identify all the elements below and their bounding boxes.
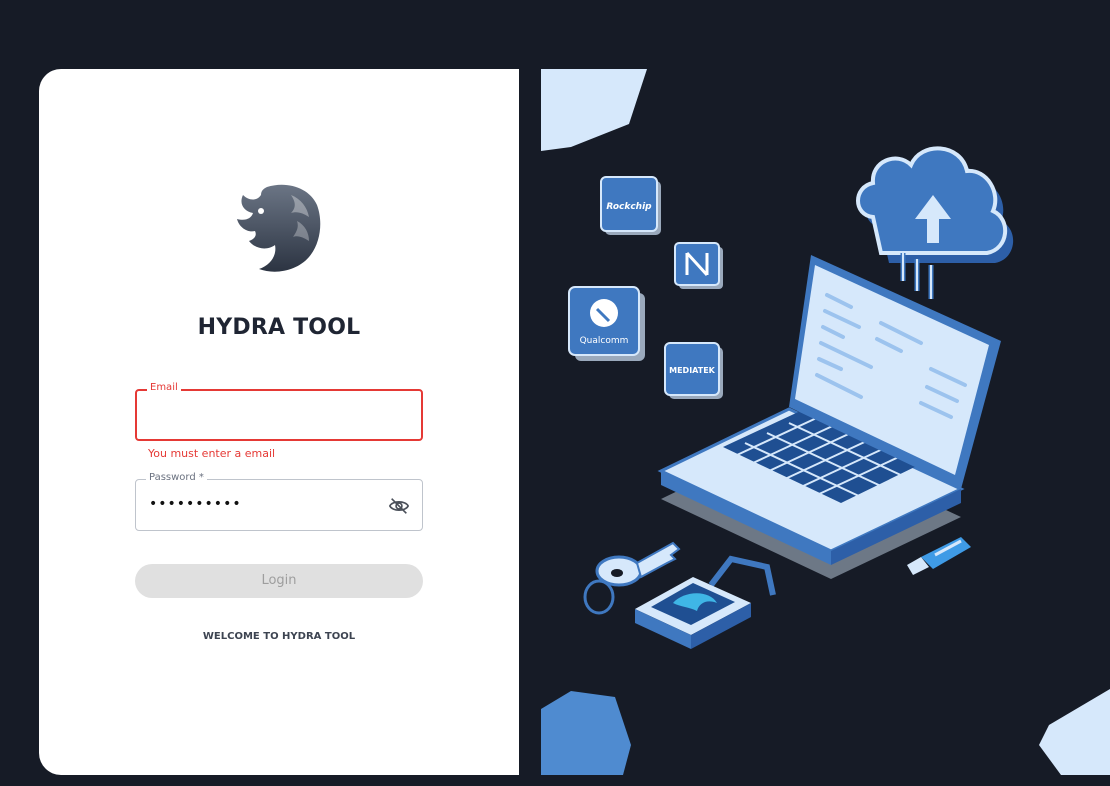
- corner-shape-bottom-right: [1039, 689, 1110, 775]
- eye-slash-icon[interactable]: [388, 495, 410, 517]
- padlock-icon: [635, 555, 776, 649]
- laptop-icon: [657, 255, 1001, 579]
- rockchip-tile: Rockchip: [600, 176, 661, 235]
- mediatek-label: MEDIATEK: [669, 366, 716, 375]
- cloud-upload-icon: [856, 146, 1014, 299]
- corner-shape-top: [541, 69, 647, 151]
- password-label: Password *: [146, 471, 207, 485]
- login-button[interactable]: Login: [135, 564, 423, 598]
- hydra-logo-icon: [237, 184, 321, 272]
- n-logo-tile: [674, 242, 723, 289]
- corner-shape-bottom-left: [541, 691, 631, 775]
- page-title: HYDRA TOOL: [197, 315, 361, 340]
- email-field[interactable]: Email: [135, 381, 423, 441]
- rockchip-label: Rockchip: [606, 202, 652, 212]
- welcome-text: WELCOME TO HYDRA TOOL: [202, 631, 356, 642]
- qualcomm-label: Qualcomm: [580, 336, 629, 346]
- login-card: HYDRA TOOL Email You must enter a email …: [39, 69, 519, 775]
- password-field[interactable]: Password * ••••••••••: [135, 471, 423, 531]
- password-value: ••••••••••: [149, 496, 242, 512]
- hero-illustration: Rockchip Qualcomm MEDIATEK: [541, 69, 1110, 775]
- email-label: Email: [147, 381, 181, 395]
- usb-drive-icon: [907, 537, 971, 575]
- email-error-text: You must enter a email: [148, 447, 276, 460]
- mediatek-tile: MEDIATEK: [664, 342, 723, 399]
- qualcomm-tile: Qualcomm: [568, 286, 645, 361]
